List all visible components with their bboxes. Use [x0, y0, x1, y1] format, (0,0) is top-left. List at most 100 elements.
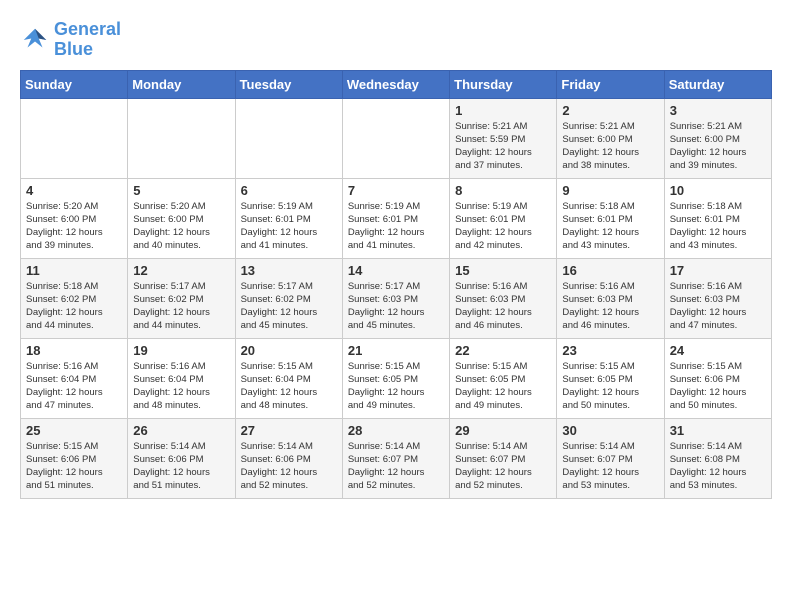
day-number: 17 — [670, 263, 766, 278]
day-info: Sunrise: 5:15 AM Sunset: 6:05 PM Dayligh… — [348, 360, 444, 413]
calendar-cell: 7Sunrise: 5:19 AM Sunset: 6:01 PM Daylig… — [342, 178, 449, 258]
day-info: Sunrise: 5:16 AM Sunset: 6:03 PM Dayligh… — [562, 280, 658, 333]
calendar-cell: 12Sunrise: 5:17 AM Sunset: 6:02 PM Dayli… — [128, 258, 235, 338]
day-info: Sunrise: 5:15 AM Sunset: 6:05 PM Dayligh… — [455, 360, 551, 413]
calendar-week-row: 11 Sunrise: 5:18 AM Sunset: 6:02 PM Dayli… — [21, 258, 772, 338]
calendar-cell: 28Sunrise: 5:14 AM Sunset: 6:07 PM Dayli… — [342, 418, 449, 498]
calendar-table: SundayMondayTuesdayWednesdayThursdayFrid… — [20, 70, 772, 499]
day-number: 11 — [26, 263, 122, 278]
day-number: 16 — [562, 263, 658, 278]
day-info: Sunrise: 5:14 AM Sunset: 6:06 PM Dayligh… — [241, 440, 337, 493]
calendar-cell: 2 Sunrise: 5:21 AM Sunset: 6:00 PM Daylig… — [557, 98, 664, 178]
day-info: Sunrise: 5:21 AM Sunset: 6:00 PM Dayligh… — [562, 120, 658, 173]
calendar-cell: 27 Sunrise: 5:14 AM Sunset: 6:06 PM Dayli… — [235, 418, 342, 498]
day-info: Sunrise: 5:15 AM Sunset: 6:05 PM Dayligh… — [562, 360, 658, 413]
day-number: 24 — [670, 343, 766, 358]
calendar-cell — [235, 98, 342, 178]
logo-icon — [20, 25, 50, 55]
column-header-thursday: Thursday — [450, 70, 557, 98]
day-number: 20 — [241, 343, 337, 358]
calendar-cell: 23 Sunrise: 5:15 AM Sunset: 6:05 PM Dayli… — [557, 338, 664, 418]
day-number: 28 — [348, 423, 444, 438]
calendar-cell: 21 Sunrise: 5:15 AM Sunset: 6:05 PM Dayli… — [342, 338, 449, 418]
day-number: 1 — [455, 103, 551, 118]
day-number: 29 — [455, 423, 551, 438]
calendar-cell: 4 Sunrise: 5:20 AM Sunset: 6:00 PM Daylig… — [21, 178, 128, 258]
calendar-cell: 15 Sunrise: 5:16 AM Sunset: 6:03 PM Dayli… — [450, 258, 557, 338]
day-info: Sunrise: 5:14 AM Sunset: 6:07 PM Dayligh… — [455, 440, 551, 493]
day-number: 21 — [348, 343, 444, 358]
logo-text: General Blue — [54, 20, 121, 60]
day-info: Sunrise: 5:18 AM Sunset: 6:01 PM Dayligh… — [670, 200, 766, 253]
day-number: 8 — [455, 183, 551, 198]
day-number: 7 — [348, 183, 444, 198]
column-header-monday: Monday — [128, 70, 235, 98]
calendar-cell: 25 Sunrise: 5:15 AM Sunset: 6:06 PM Dayli… — [21, 418, 128, 498]
column-header-saturday: Saturday — [664, 70, 771, 98]
day-info: Sunrise: 5:20 AM Sunset: 6:00 PM Dayligh… — [26, 200, 122, 253]
day-info: Sunrise: 5:15 AM Sunset: 6:06 PM Dayligh… — [670, 360, 766, 413]
day-number: 6 — [241, 183, 337, 198]
day-number: 30 — [562, 423, 658, 438]
calendar-cell: 24 Sunrise: 5:15 AM Sunset: 6:06 PM Dayli… — [664, 338, 771, 418]
day-info: Sunrise: 5:15 AM Sunset: 6:06 PM Dayligh… — [26, 440, 122, 493]
calendar-cell: 5 Sunrise: 5:20 AM Sunset: 6:00 PM Daylig… — [128, 178, 235, 258]
day-info: Sunrise: 5:14 AM Sunset: 6:06 PM Dayligh… — [133, 440, 229, 493]
day-number: 9 — [562, 183, 658, 198]
calendar-cell: 19 Sunrise: 5:16 AM Sunset: 6:04 PM Dayli… — [128, 338, 235, 418]
calendar-cell — [342, 98, 449, 178]
day-info: Sunrise: 5:18 AM Sunset: 6:02 PM Dayligh… — [26, 280, 122, 333]
day-number: 4 — [26, 183, 122, 198]
day-number: 18 — [26, 343, 122, 358]
day-number: 19 — [133, 343, 229, 358]
column-header-tuesday: Tuesday — [235, 70, 342, 98]
calendar-cell: 6 Sunrise: 5:19 AM Sunset: 6:01 PM Daylig… — [235, 178, 342, 258]
day-info: Sunrise: 5:18 AM Sunset: 6:01 PM Dayligh… — [562, 200, 658, 253]
calendar-cell — [128, 98, 235, 178]
day-number: 27 — [241, 423, 337, 438]
day-info: Sunrise: 5:17 AM Sunset: 6:03 PM Dayligh… — [348, 280, 444, 333]
day-number: 22 — [455, 343, 551, 358]
calendar-week-row: 1 Sunrise: 5:21 AM Sunset: 5:59 PM Daylig… — [21, 98, 772, 178]
calendar-cell: 30 Sunrise: 5:14 AM Sunset: 6:07 PM Dayli… — [557, 418, 664, 498]
day-number: 14 — [348, 263, 444, 278]
calendar-cell: 16 Sunrise: 5:16 AM Sunset: 6:03 PM Dayli… — [557, 258, 664, 338]
column-header-wednesday: Wednesday — [342, 70, 449, 98]
day-info: Sunrise: 5:19 AM Sunset: 6:01 PM Dayligh… — [241, 200, 337, 253]
day-info: Sunrise: 5:15 AM Sunset: 6:04 PM Dayligh… — [241, 360, 337, 413]
calendar-cell: 22 Sunrise: 5:15 AM Sunset: 6:05 PM Dayli… — [450, 338, 557, 418]
day-info: Sunrise: 5:14 AM Sunset: 6:07 PM Dayligh… — [562, 440, 658, 493]
calendar-week-row: 18 Sunrise: 5:16 AM Sunset: 6:04 PM Dayli… — [21, 338, 772, 418]
day-number: 2 — [562, 103, 658, 118]
day-info: Sunrise: 5:21 AM Sunset: 6:00 PM Dayligh… — [670, 120, 766, 173]
column-header-sunday: Sunday — [21, 70, 128, 98]
day-info: Sunrise: 5:14 AM Sunset: 6:08 PM Dayligh… — [670, 440, 766, 493]
day-info: Sunrise: 5:20 AM Sunset: 6:00 PM Dayligh… — [133, 200, 229, 253]
calendar-cell: 8 Sunrise: 5:19 AM Sunset: 6:01 PM Daylig… — [450, 178, 557, 258]
day-number: 23 — [562, 343, 658, 358]
calendar-cell: 13Sunrise: 5:17 AM Sunset: 6:02 PM Dayli… — [235, 258, 342, 338]
day-number: 12 — [133, 263, 229, 278]
column-header-friday: Friday — [557, 70, 664, 98]
day-number: 31 — [670, 423, 766, 438]
day-info: Sunrise: 5:16 AM Sunset: 6:04 PM Dayligh… — [133, 360, 229, 413]
day-info: Sunrise: 5:16 AM Sunset: 6:03 PM Dayligh… — [670, 280, 766, 333]
calendar-cell: 10Sunrise: 5:18 AM Sunset: 6:01 PM Dayli… — [664, 178, 771, 258]
calendar-cell — [21, 98, 128, 178]
day-info: Sunrise: 5:19 AM Sunset: 6:01 PM Dayligh… — [455, 200, 551, 253]
day-number: 15 — [455, 263, 551, 278]
day-info: Sunrise: 5:16 AM Sunset: 6:03 PM Dayligh… — [455, 280, 551, 333]
calendar-cell: 14 Sunrise: 5:17 AM Sunset: 6:03 PM Dayli… — [342, 258, 449, 338]
day-info: Sunrise: 5:21 AM Sunset: 5:59 PM Dayligh… — [455, 120, 551, 173]
day-number: 13 — [241, 263, 337, 278]
calendar-cell: 18Sunrise: 5:16 AM Sunset: 6:04 PM Dayli… — [21, 338, 128, 418]
calendar-week-row: 25 Sunrise: 5:15 AM Sunset: 6:06 PM Dayli… — [21, 418, 772, 498]
logo: General Blue — [20, 20, 121, 60]
calendar-cell: 11 Sunrise: 5:18 AM Sunset: 6:02 PM Dayli… — [21, 258, 128, 338]
day-number: 5 — [133, 183, 229, 198]
calendar-header-row: SundayMondayTuesdayWednesdayThursdayFrid… — [21, 70, 772, 98]
calendar-cell: 26Sunrise: 5:14 AM Sunset: 6:06 PM Dayli… — [128, 418, 235, 498]
calendar-cell: 1 Sunrise: 5:21 AM Sunset: 5:59 PM Daylig… — [450, 98, 557, 178]
calendar-cell: 29 Sunrise: 5:14 AM Sunset: 6:07 PM Dayli… — [450, 418, 557, 498]
day-number: 25 — [26, 423, 122, 438]
